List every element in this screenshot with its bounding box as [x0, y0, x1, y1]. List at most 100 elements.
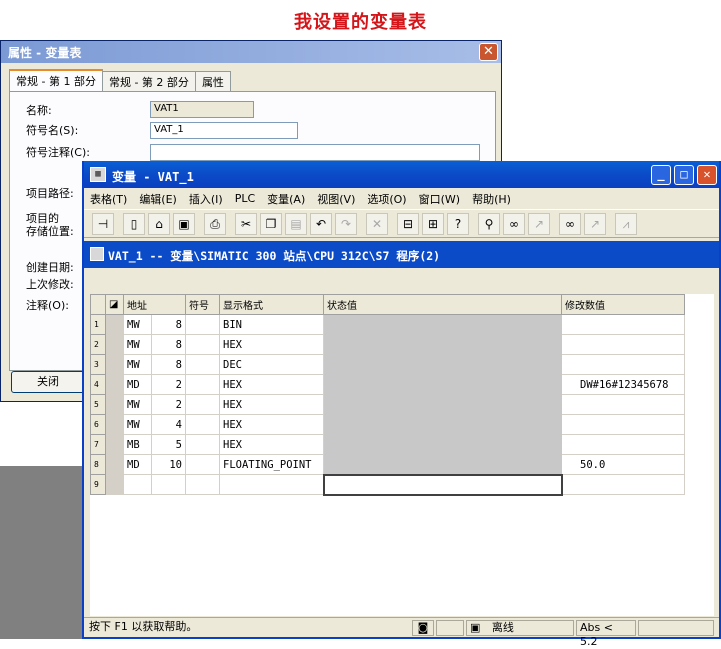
tab-attributes[interactable]: 属性: [194, 71, 231, 91]
display-format-cell[interactable]: HEX: [219, 434, 324, 455]
operand-type-cell[interactable]: MW: [123, 334, 152, 355]
modify-value-cell[interactable]: [561, 474, 685, 495]
address-header[interactable]: 地址: [123, 294, 186, 315]
redo-icon[interactable]: ↷: [335, 212, 357, 235]
menu-plc[interactable]: PLC: [235, 192, 255, 205]
display-format-cell[interactable]: BIN: [219, 314, 324, 335]
symbol-cell[interactable]: [185, 434, 220, 455]
maximize-icon[interactable]: □: [674, 165, 694, 185]
undo-icon[interactable]: ↶: [310, 212, 332, 235]
symbol-cell[interactable]: [185, 334, 220, 355]
monitor-icon[interactable]: ⚲: [478, 212, 500, 235]
display-format-cell[interactable]: HEX: [219, 394, 324, 415]
operand-type-cell[interactable]: MW: [123, 394, 152, 415]
menu-window[interactable]: 窗口(W): [419, 191, 460, 207]
modify-value-cell[interactable]: [561, 354, 685, 375]
address-cell[interactable]: 8: [151, 334, 186, 355]
modify-value-cell[interactable]: DW#16#12345678: [561, 374, 685, 395]
table-row[interactable]: 7 MB 5 HEX: [90, 434, 685, 455]
modify-value-cell[interactable]: 50.0: [561, 454, 685, 475]
menu-help[interactable]: 帮助(H): [472, 191, 511, 207]
modify-value-cell[interactable]: [561, 394, 685, 415]
monitor-glasses-icon[interactable]: ∞: [503, 212, 525, 235]
display-format-cell[interactable]: HEX: [219, 374, 324, 395]
display-format-cell[interactable]: DEC: [219, 354, 324, 375]
table-row[interactable]: 1 MW 8 BIN: [90, 314, 685, 335]
modify-value-header[interactable]: 修改数值: [561, 294, 685, 315]
online-icon[interactable]: ⊟: [397, 212, 419, 235]
activate-values-icon[interactable]: ⩘: [615, 212, 637, 235]
tab-general-part-1[interactable]: 常规 - 第 1 部分: [9, 69, 103, 91]
menu-options[interactable]: 选项(O): [367, 191, 406, 207]
table-row[interactable]: 6 MW 4 HEX: [90, 414, 685, 435]
symbol-cell[interactable]: [185, 474, 220, 495]
row-selector[interactable]: [105, 394, 124, 415]
read-icon[interactable]: ∞: [559, 212, 581, 235]
print-icon[interactable]: ⎙: [204, 212, 226, 235]
address-cell[interactable]: 8: [151, 354, 186, 375]
display-format-cell[interactable]: HEX: [219, 414, 324, 435]
menu-view[interactable]: 视图(V): [317, 191, 355, 207]
modify-value-cell[interactable]: [561, 334, 685, 355]
menu-insert[interactable]: 插入(I): [189, 191, 223, 207]
new-icon[interactable]: ▯: [123, 212, 145, 235]
operand-type-cell[interactable]: MW: [123, 314, 152, 335]
display-format-cell[interactable]: [219, 474, 324, 495]
pin-icon[interactable]: ⊣: [92, 212, 114, 235]
symbol-cell[interactable]: [185, 314, 220, 335]
close-icon[interactable]: ✕: [697, 165, 717, 185]
row-selector[interactable]: [105, 474, 124, 495]
operand-type-cell[interactable]: MW: [123, 354, 152, 375]
accessible-node-icon[interactable]: ⊞: [422, 212, 444, 235]
menu-edit[interactable]: 编辑(E): [139, 191, 177, 207]
cut-icon[interactable]: ✂: [235, 212, 257, 235]
save-icon[interactable]: ▣: [173, 212, 195, 235]
close-icon[interactable]: ✕: [479, 43, 498, 61]
operand-type-cell[interactable]: MB: [123, 434, 152, 455]
table-corner-icon[interactable]: ◪: [105, 294, 124, 315]
address-cell[interactable]: [151, 474, 186, 495]
row-selector[interactable]: [105, 314, 124, 335]
row-selector[interactable]: [105, 374, 124, 395]
delete-icon[interactable]: ✕: [366, 212, 388, 235]
table-row[interactable]: 2 MW 8 HEX: [90, 334, 685, 355]
display-format-cell[interactable]: FLOATING_POINT: [219, 454, 324, 475]
minimize-icon[interactable]: _: [651, 165, 671, 185]
display-format-cell[interactable]: HEX: [219, 334, 324, 355]
operand-type-cell[interactable]: [123, 474, 152, 495]
menu-variable[interactable]: 变量(A): [267, 191, 305, 207]
copy-icon[interactable]: ❐: [260, 212, 282, 235]
modify-value-cell[interactable]: [561, 414, 685, 435]
address-cell[interactable]: 2: [151, 374, 186, 395]
table-row[interactable]: 8 MD 10 FLOATING_POINT 50.0: [90, 454, 685, 475]
display-format-header[interactable]: 显示格式: [219, 294, 324, 315]
table-row[interactable]: 4 MD 2 HEX DW#16#12345678: [90, 374, 685, 395]
modify-value-cell[interactable]: [561, 434, 685, 455]
open-icon[interactable]: ⌂: [148, 212, 170, 235]
table-row[interactable]: 9: [90, 473, 685, 496]
row-selector[interactable]: [105, 334, 124, 355]
row-selector[interactable]: [105, 454, 124, 475]
menu-table[interactable]: 表格(T): [90, 191, 127, 207]
modify-now-icon[interactable]: ↗: [584, 212, 606, 235]
status-value-header[interactable]: 状态值: [323, 294, 562, 315]
symbol-cell[interactable]: [185, 414, 220, 435]
operand-type-cell[interactable]: MD: [123, 374, 152, 395]
tab-general-part-2[interactable]: 常规 - 第 2 部分: [101, 71, 196, 91]
symbol-name-field[interactable]: VAT_1: [150, 122, 298, 139]
address-cell[interactable]: 10: [151, 454, 186, 475]
address-cell[interactable]: 8: [151, 314, 186, 335]
table-row[interactable]: 5 MW 2 HEX: [90, 394, 685, 415]
status-value-cell[interactable]: [322, 473, 563, 496]
row-selector[interactable]: [105, 434, 124, 455]
table-row[interactable]: 3 MW 8 DEC: [90, 354, 685, 375]
operand-type-cell[interactable]: MD: [123, 454, 152, 475]
paste-icon[interactable]: ▤: [285, 212, 307, 235]
modify-icon[interactable]: ↗: [528, 212, 550, 235]
symbol-header[interactable]: 符号: [185, 294, 220, 315]
symbol-cell[interactable]: [185, 454, 220, 475]
close-button[interactable]: 关闭: [11, 371, 85, 393]
help-icon[interactable]: ?: [447, 212, 469, 235]
symbol-comment-field[interactable]: [150, 144, 480, 161]
address-cell[interactable]: 5: [151, 434, 186, 455]
